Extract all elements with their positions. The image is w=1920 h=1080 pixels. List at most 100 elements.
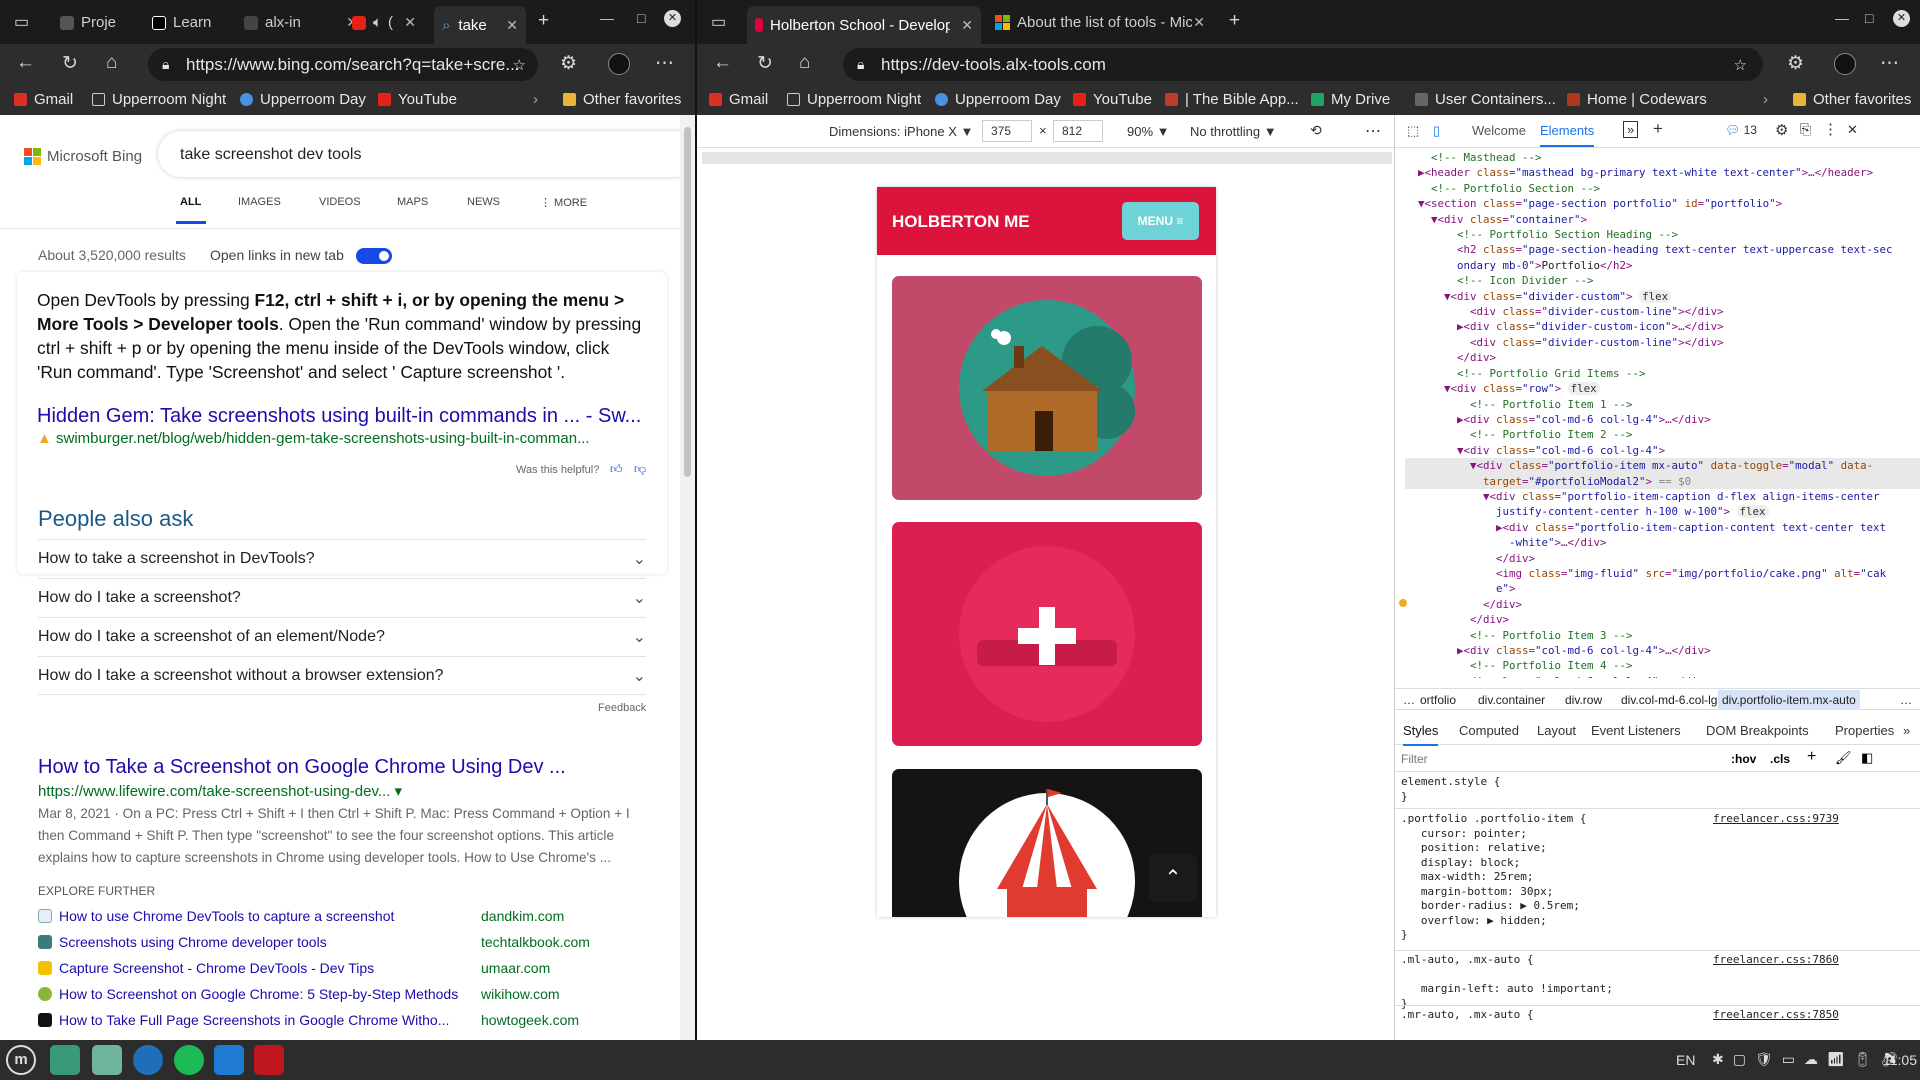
nav-all[interactable]: ALL xyxy=(180,196,201,208)
site-brand[interactable]: HOLBERTON ME xyxy=(892,212,1030,232)
device-toggle-icon[interactable]: ▯ xyxy=(1433,123,1440,139)
fav-gmail[interactable]: Gmail xyxy=(14,91,73,108)
tab-microsoft[interactable]: About the list of tools - Micro ✕ xyxy=(987,7,1213,38)
vscode-icon[interactable] xyxy=(214,1045,244,1075)
address-bar[interactable]: 🔒︎ https://www.bing.com/search?q=take+sc… xyxy=(148,48,538,81)
tab-actions-icon[interactable]: ▭ xyxy=(711,12,726,32)
paa-item[interactable]: How do I take a screenshot without a bro… xyxy=(38,656,646,695)
paa-item[interactable]: How to take a screenshot in DevTools? ⌄ xyxy=(38,539,646,578)
files-icon[interactable] xyxy=(50,1045,80,1075)
breadcrumb[interactable]: div.container xyxy=(1478,693,1545,707)
breadcrumb-active[interactable]: div.portfolio-item.mx-auto xyxy=(1718,690,1860,710)
tab-styles[interactable]: Styles xyxy=(1403,723,1439,746)
css-source-link[interactable]: freelancer.css:7850 xyxy=(1713,1008,1839,1021)
search-input[interactable]: take screenshot dev tools xyxy=(158,131,680,177)
nav-images[interactable]: IMAGES xyxy=(238,196,281,208)
more-options-icon[interactable]: ⋮ xyxy=(1823,120,1838,138)
home-button[interactable]: ⌂ xyxy=(799,52,810,74)
styles-filter-input[interactable]: Filter xyxy=(1401,752,1428,766)
sidebar-toggle-icon[interactable]: ◧ xyxy=(1861,750,1873,766)
more-menu-icon[interactable]: ⋯ xyxy=(1880,52,1899,75)
scroll-to-top-button[interactable]: ⌃ xyxy=(1149,854,1197,902)
fav-upperroom-night[interactable]: Upperroom Night xyxy=(787,91,921,108)
fav-my-drive[interactable]: My Drive xyxy=(1311,91,1390,108)
fav-youtube[interactable]: YouTube xyxy=(1073,91,1152,108)
add-tab-icon[interactable]: + xyxy=(1653,119,1663,139)
css-source-link[interactable]: freelancer.css:9739 xyxy=(1713,812,1839,825)
breakpoint-marker[interactable] xyxy=(1399,599,1407,607)
styles-pane[interactable]: element.style { } .portfolio .portfolio-… xyxy=(1395,775,1920,1040)
explore-item[interactable]: How to use Chrome DevTools to capture a … xyxy=(38,908,564,924)
result-url[interactable]: https://www.lifewire.com/take-screenshot… xyxy=(38,782,402,800)
issues-badge[interactable]: 💬︎ 13 xyxy=(1725,123,1757,137)
hov-toggle[interactable]: :hov xyxy=(1731,752,1756,766)
dom-tree[interactable]: <!-- Masthead --> ▶<header class="masthe… xyxy=(1395,148,1920,678)
nav-videos[interactable]: VIDEOS xyxy=(319,196,361,208)
tab-projects[interactable]: Proje xyxy=(52,7,132,38)
tab-properties[interactable]: Properties xyxy=(1835,723,1894,738)
speaker-icon[interactable]: 🔈︎ xyxy=(373,14,382,31)
new-tab-button[interactable]: + xyxy=(1229,10,1240,32)
portfolio-item-cabin[interactable] xyxy=(892,276,1202,500)
tab-layout[interactable]: Layout xyxy=(1537,723,1576,738)
remote-devices-icon[interactable]: ⎘ xyxy=(1800,121,1811,138)
settings-gear-icon[interactable]: ⚙ xyxy=(1775,121,1788,139)
fav-upperroom-day[interactable]: Upperroom Day xyxy=(935,91,1061,108)
paint-icon[interactable]: 🖌︎ xyxy=(1835,750,1852,766)
close-icon[interactable]: ✕ xyxy=(506,17,518,34)
close-icon[interactable]: ✕ xyxy=(404,14,416,31)
device-height-input[interactable]: 812 xyxy=(1053,120,1103,142)
maximize-button[interactable]: □ xyxy=(1865,10,1873,26)
back-button[interactable]: ← xyxy=(713,52,732,74)
tab-welcome[interactable]: Welcome xyxy=(1472,123,1526,138)
breadcrumb[interactable]: … xyxy=(1900,693,1912,707)
more-tabs-icon[interactable]: » xyxy=(1903,723,1910,738)
fav-other-favorites[interactable]: Other favorites xyxy=(1793,91,1911,108)
nav-more[interactable]: ⋮ MORE xyxy=(540,196,587,209)
nav-maps[interactable]: MAPS xyxy=(397,196,428,208)
result-title-link[interactable]: How to Take a Screenshot on Google Chrom… xyxy=(38,756,566,779)
bing-logo[interactable]: Microsoft Bing xyxy=(24,148,142,165)
new-tab-button[interactable]: + xyxy=(538,10,549,32)
start-menu-icon[interactable]: m xyxy=(6,1045,36,1075)
minimize-button[interactable]: — xyxy=(600,10,614,26)
close-window-button[interactable]: ✕ xyxy=(664,10,681,27)
spotify-icon[interactable] xyxy=(174,1045,204,1075)
cls-toggle[interactable]: .cls xyxy=(1770,752,1790,766)
favorite-star-icon[interactable]: ☆ xyxy=(1734,56,1747,74)
tab-learn[interactable]: Learn xyxy=(144,7,224,38)
fav-user-containers[interactable]: User Containers... xyxy=(1415,91,1556,108)
new-rule-icon[interactable]: + xyxy=(1807,748,1816,766)
fav-gmail[interactable]: Gmail xyxy=(709,91,768,108)
explore-item[interactable]: Capture Screenshot - Chrome DevTools - D… xyxy=(38,960,550,976)
paa-item[interactable]: How do I take a screenshot of an element… xyxy=(38,617,646,656)
open-links-toggle[interactable] xyxy=(356,248,392,264)
tab-bing[interactable]: ⌕ take ✕ xyxy=(434,6,526,44)
terminal-icon[interactable] xyxy=(254,1045,284,1075)
portfolio-item-cake[interactable] xyxy=(892,522,1202,746)
more-menu-icon[interactable]: ⋯ xyxy=(655,52,674,75)
tab-actions-icon[interactable]: ▭ xyxy=(14,12,29,32)
device-width-input[interactable]: 375 xyxy=(982,120,1032,142)
page-scrollbar[interactable] xyxy=(680,115,695,1040)
refresh-button[interactable]: ↻ xyxy=(62,52,78,75)
scrollbar-thumb[interactable] xyxy=(684,127,691,477)
minimize-button[interactable]: — xyxy=(1835,10,1849,26)
explore-item[interactable]: How to Screenshot on Google Chrome: 5 St… xyxy=(38,986,560,1002)
system-tray-icons[interactable]: ✱▢🛡︎▭☁︎📶︎🔋︎🔊︎ xyxy=(1712,1051,1907,1068)
inspect-element-icon[interactable]: ⬚ xyxy=(1407,123,1419,139)
tab-event-listeners[interactable]: Event Listeners xyxy=(1591,723,1681,738)
close-window-button[interactable]: ✕ xyxy=(1893,10,1910,27)
home-button[interactable]: ⌂ xyxy=(106,52,117,74)
answer-source-link[interactable]: Hidden Gem: Take screenshots using built… xyxy=(37,405,641,428)
back-button[interactable]: ← xyxy=(16,52,35,74)
breadcrumb[interactable]: ortfolio xyxy=(1420,693,1456,707)
folder-icon[interactable] xyxy=(92,1045,122,1075)
tab-dom-breakpoints[interactable]: DOM Breakpoints xyxy=(1706,723,1809,738)
thumbs-up-icon[interactable]: 👍︎ xyxy=(610,462,623,477)
breadcrumb[interactable]: div.row xyxy=(1565,693,1602,707)
device-dimensions-select[interactable]: Dimensions: iPhone X ▼ xyxy=(829,124,973,139)
refresh-button[interactable]: ↻ xyxy=(757,52,773,75)
more-options-icon[interactable]: ⋯ xyxy=(1365,121,1381,141)
nav-news[interactable]: NEWS xyxy=(467,196,500,208)
